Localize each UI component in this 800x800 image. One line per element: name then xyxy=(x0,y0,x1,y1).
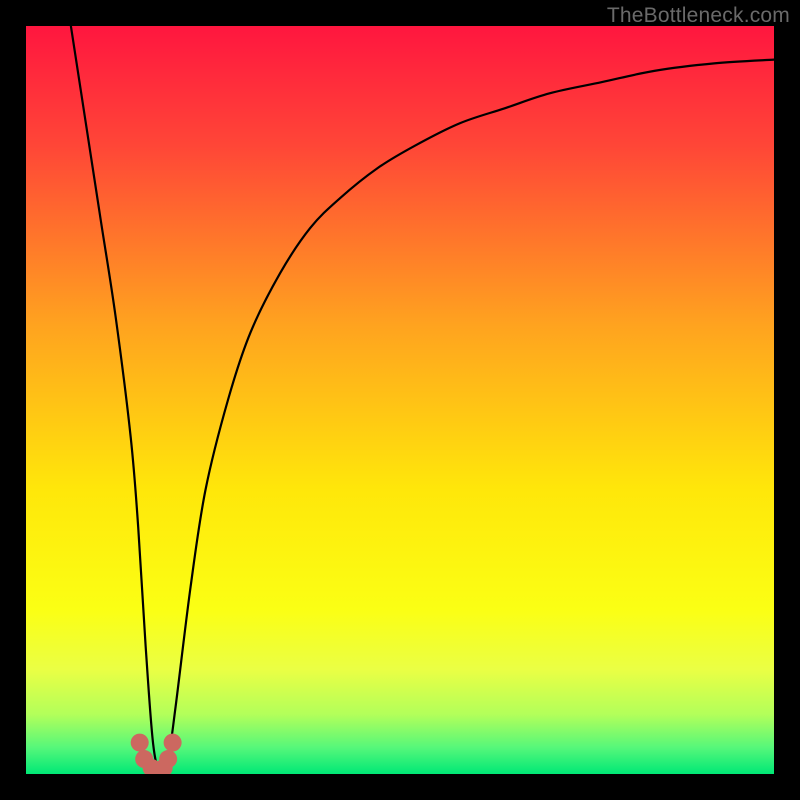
marker-dot xyxy=(131,734,149,752)
plot-area xyxy=(26,26,774,774)
gradient-background xyxy=(26,26,774,774)
chart-frame: TheBottleneck.com xyxy=(0,0,800,800)
marker-dot xyxy=(159,750,177,768)
watermark-text: TheBottleneck.com xyxy=(607,4,790,28)
chart-svg xyxy=(26,26,774,774)
marker-dot xyxy=(164,734,182,752)
